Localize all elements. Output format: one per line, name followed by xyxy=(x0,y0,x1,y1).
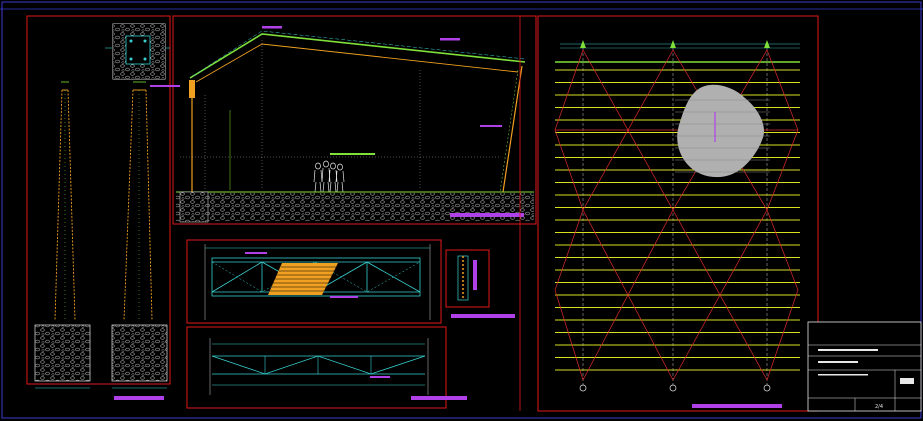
right-post xyxy=(502,65,523,193)
roof-truss-bottom-chord xyxy=(195,43,519,83)
connector-detail-panel xyxy=(445,249,515,318)
roof-purlins xyxy=(555,69,800,371)
roof-truss-top-chord xyxy=(189,33,526,79)
roof-purlin-line xyxy=(192,30,526,77)
sheet-number: 2/4 xyxy=(875,404,883,410)
column-elevation-left xyxy=(34,81,91,389)
title-tag-elevation xyxy=(450,213,524,217)
left-post-plate xyxy=(189,80,195,98)
panel-frame-beam xyxy=(186,326,447,409)
panel-frame-elevation xyxy=(172,15,537,225)
panel-frame-plan xyxy=(537,15,819,412)
column-elevation-right xyxy=(111,81,168,389)
beam-web-members xyxy=(211,355,426,375)
title-tag-plan xyxy=(692,404,782,408)
title-tag-left xyxy=(114,396,164,400)
grid-axis-bubbles xyxy=(579,384,771,392)
roof-skylight-opening xyxy=(677,84,765,178)
column-elevation-panel xyxy=(26,15,171,400)
title-block: 2/4 xyxy=(807,321,922,412)
beam-detail-panel xyxy=(186,326,467,409)
column-section-detail xyxy=(105,23,170,80)
roof-plan-panel xyxy=(519,15,819,412)
truss-detail-panel xyxy=(186,239,442,324)
cross-bracing xyxy=(554,49,799,381)
people-silhouettes xyxy=(313,160,345,193)
cad-drawing-sheet: 2/4 xyxy=(0,1,923,419)
title-tag-connector xyxy=(451,314,515,318)
shed-elevation-panel xyxy=(150,15,537,225)
panel-frame-connector xyxy=(445,249,490,308)
title-tag-beam xyxy=(411,396,467,400)
